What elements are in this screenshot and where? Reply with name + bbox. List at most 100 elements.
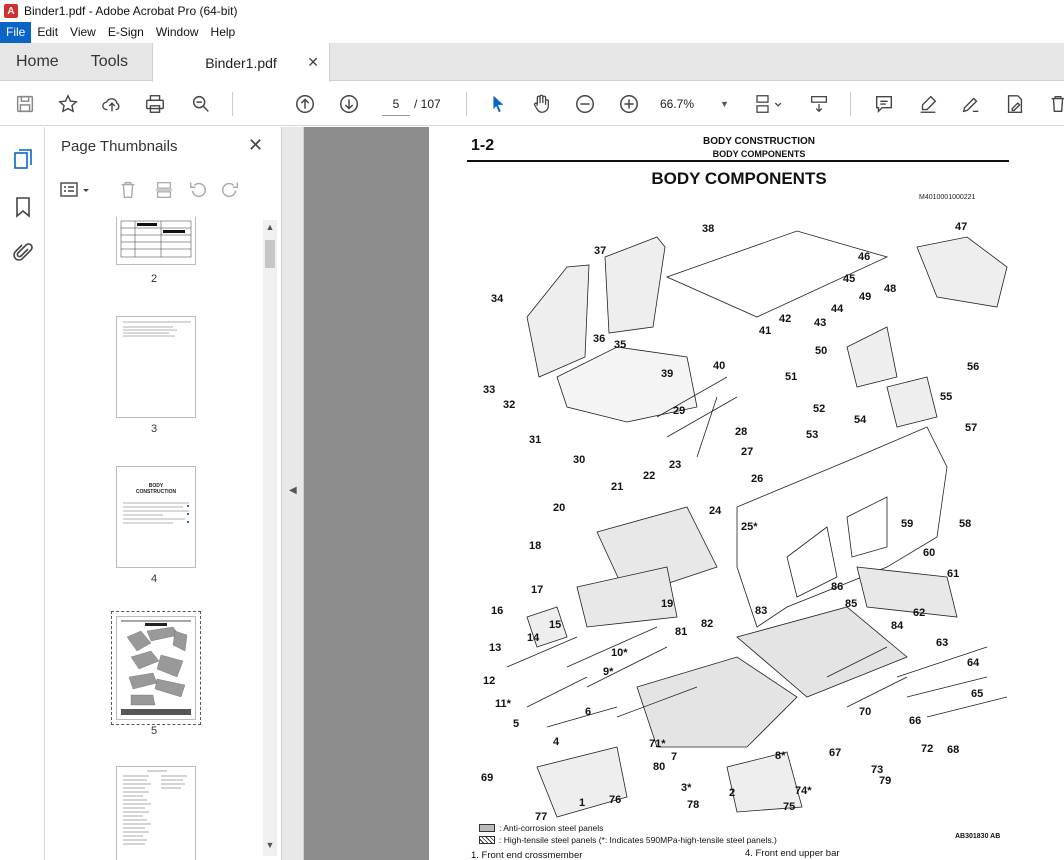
callout-50: 50 bbox=[815, 345, 828, 357]
thumbnail-page-3[interactable] bbox=[116, 316, 196, 418]
thumbnail-page-4-preview bbox=[123, 502, 189, 524]
chevron-left-icon: ◀ bbox=[289, 485, 297, 496]
callout-83: 83 bbox=[755, 605, 768, 617]
print-icon[interactable] bbox=[142, 91, 168, 117]
callout-45: 45 bbox=[843, 273, 856, 285]
document-viewport[interactable]: 1-2 BODY CONSTRUCTION BODY COMPONENTS BO… bbox=[304, 127, 1064, 860]
comment-icon[interactable] bbox=[871, 91, 897, 117]
callout-28: 28 bbox=[735, 426, 748, 438]
callout-7: 7 bbox=[671, 751, 678, 763]
delete-page-icon[interactable] bbox=[117, 179, 139, 201]
menu-window[interactable]: Window bbox=[150, 22, 205, 43]
callout-78: 78 bbox=[687, 799, 700, 811]
acrobat-icon: A bbox=[4, 4, 18, 18]
thumbnail-toolbar bbox=[59, 177, 269, 203]
callout-65: 65 bbox=[971, 688, 984, 700]
thumbnail-page-6[interactable] bbox=[116, 766, 196, 860]
callout-39: 39 bbox=[661, 368, 674, 380]
delete-icon[interactable] bbox=[1045, 91, 1064, 117]
thumbnail-page-4[interactable]: BODY CONSTRUCTION bbox=[116, 466, 196, 568]
thumbnail-label: 5 bbox=[150, 725, 158, 737]
menu-file[interactable]: File bbox=[0, 22, 32, 43]
callout-82: 82 bbox=[701, 618, 714, 630]
zoom-out-icon[interactable] bbox=[572, 91, 598, 117]
callout-70: 70 bbox=[859, 706, 872, 718]
document-tab-label: Binder1.pdf bbox=[205, 54, 277, 71]
callout-76: 76 bbox=[609, 794, 622, 806]
close-tab-icon[interactable]: ✕ bbox=[307, 54, 319, 71]
previous-page-icon[interactable] bbox=[292, 91, 318, 117]
menu-help[interactable]: Help bbox=[205, 22, 242, 43]
scrollbar-thumb[interactable] bbox=[265, 240, 275, 268]
legend-row-2: : High-tensile steel panels (*: Indicate… bbox=[479, 834, 777, 846]
toolbar-separator bbox=[232, 92, 233, 116]
menu-bar: File Edit View E-Sign Window Help bbox=[0, 22, 1064, 43]
scroll-up-icon[interactable]: ▲ bbox=[263, 222, 277, 232]
rear-end-panel bbox=[856, 566, 958, 618]
callout-69: 69 bbox=[481, 772, 494, 784]
callout-56: 56 bbox=[967, 361, 980, 373]
close-panel-icon[interactable]: ✕ bbox=[248, 135, 263, 156]
legend-swatch-high-tensile bbox=[479, 836, 495, 844]
bookmark-icon[interactable] bbox=[11, 195, 35, 219]
scroll-mode-icon[interactable] bbox=[806, 91, 832, 117]
zoom-level-dropdown[interactable]: 66.7% ▼ bbox=[660, 92, 730, 116]
callout-80: 80 bbox=[653, 761, 666, 773]
thumbnail-page-2[interactable] bbox=[116, 217, 196, 265]
next-page-icon[interactable] bbox=[336, 91, 362, 117]
callout-67: 67 bbox=[829, 747, 842, 759]
callout-36: 36 bbox=[593, 333, 606, 345]
callout-60: 60 bbox=[923, 547, 936, 559]
page-thumbnails-icon[interactable] bbox=[11, 147, 35, 171]
callout-53: 53 bbox=[806, 429, 819, 441]
callout-25-star: 25* bbox=[741, 521, 758, 533]
front-floor bbox=[636, 656, 798, 748]
callout-1: 1 bbox=[579, 797, 586, 809]
attachment-icon[interactable] bbox=[11, 241, 35, 265]
callout-57: 57 bbox=[965, 422, 978, 434]
hand-tool-icon[interactable] bbox=[528, 91, 554, 117]
menu-esign[interactable]: E-Sign bbox=[102, 22, 150, 43]
callout-19: 19 bbox=[661, 598, 674, 610]
thumbnail-page-6-preview bbox=[123, 770, 187, 845]
zoom-in-icon[interactable] bbox=[616, 91, 642, 117]
page-number-input[interactable]: 5 bbox=[382, 92, 410, 116]
thumbnail-page-3-preview bbox=[123, 321, 191, 337]
page-display-icon[interactable] bbox=[750, 91, 786, 117]
menu-view[interactable]: View bbox=[64, 22, 102, 43]
front-door bbox=[526, 264, 590, 378]
scroll-down-icon[interactable]: ▼ bbox=[263, 840, 277, 850]
save-icon[interactable] bbox=[12, 91, 38, 117]
tab-document[interactable]: Binder1.pdf ✕ bbox=[152, 43, 330, 82]
thumbnail-list: 2 3 BODY CONSTRUCTION 4 5 bbox=[45, 217, 263, 860]
upload-cloud-icon[interactable] bbox=[99, 91, 125, 117]
callout-84: 84 bbox=[891, 620, 904, 632]
thumbnail-label: 3 bbox=[150, 423, 158, 435]
thumbnail-page-5[interactable] bbox=[111, 611, 201, 725]
callout-18: 18 bbox=[529, 540, 542, 552]
callout-61: 61 bbox=[947, 568, 960, 580]
tab-home[interactable]: Home bbox=[0, 43, 75, 81]
find-icon[interactable] bbox=[188, 91, 214, 117]
thumbnail-options-icon[interactable] bbox=[59, 179, 93, 201]
edit-pdf-icon[interactable] bbox=[1002, 91, 1028, 117]
callout-48: 48 bbox=[884, 283, 897, 295]
rotate-right-icon[interactable] bbox=[219, 179, 241, 201]
insert-page-icon[interactable] bbox=[153, 179, 175, 201]
thumbnail-scrollbar[interactable]: ▲ ▼ bbox=[263, 220, 277, 856]
highlight-pen-icon[interactable] bbox=[915, 91, 941, 117]
rotate-left-icon[interactable] bbox=[187, 179, 209, 201]
toolbar-separator bbox=[466, 92, 467, 116]
header-rule bbox=[467, 160, 1009, 162]
panel-collapse-handle[interactable]: ◀ bbox=[282, 127, 304, 860]
star-icon[interactable] bbox=[55, 91, 81, 117]
select-cursor-icon[interactable] bbox=[485, 91, 511, 117]
callout-58: 58 bbox=[959, 518, 972, 530]
menu-edit[interactable]: Edit bbox=[31, 22, 64, 43]
callout-8-star: 8* bbox=[775, 750, 786, 762]
callout-10-star: 10* bbox=[611, 647, 628, 659]
tab-tools[interactable]: Tools bbox=[75, 43, 144, 81]
thumbnail-label: 2 bbox=[150, 273, 158, 285]
sign-icon[interactable] bbox=[958, 91, 984, 117]
callout-54: 54 bbox=[854, 414, 867, 426]
